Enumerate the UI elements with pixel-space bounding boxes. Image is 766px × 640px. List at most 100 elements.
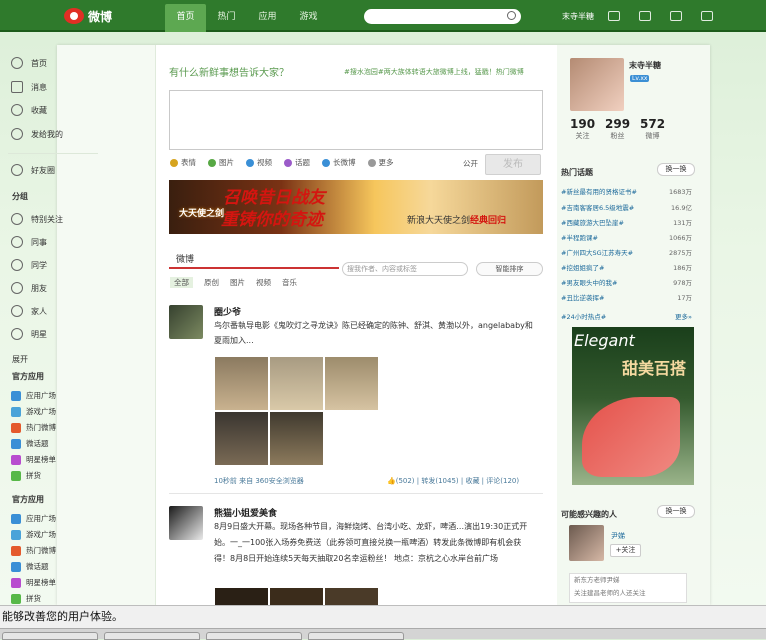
like-icon[interactable]: 👍 — [387, 477, 396, 485]
like-count[interactable]: (502) — [396, 477, 415, 485]
avatar[interactable] — [169, 506, 203, 540]
nav-hot[interactable]: 热门 — [206, 4, 247, 32]
post-photo[interactable] — [215, 412, 268, 465]
shop-icon — [11, 593, 21, 604]
hot-topic-item[interactable]: #吉南客客居6.5级地震# 16.9亿 — [561, 202, 692, 212]
post-photo[interactable] — [270, 588, 323, 605]
feed-search-input[interactable]: 搜我作者、内容或标签 — [342, 262, 468, 276]
weibo-logo[interactable]: 微博 — [64, 6, 124, 26]
post-meta[interactable]: 10秒前 来自 360安全浏览器 — [214, 476, 304, 486]
follow-button[interactable]: +关注 — [610, 544, 641, 557]
app-item[interactable]: 热门微博 — [11, 545, 56, 556]
group-heading: 分组 — [12, 192, 28, 201]
post-author[interactable]: 圈少爷 — [214, 305, 241, 318]
avatar[interactable] — [169, 305, 203, 339]
nav-apps[interactable]: 应用 — [247, 4, 288, 32]
app-item[interactable]: 游戏广场 — [11, 529, 56, 540]
post-photo[interactable] — [270, 357, 323, 410]
visibility-dropdown[interactable]: 公开 — [463, 158, 478, 169]
nav-games[interactable]: 游戏 — [288, 4, 329, 32]
app-item[interactable]: 明星榜单 — [11, 454, 56, 465]
smart-sort-button[interactable]: 智能排序 — [476, 262, 543, 276]
stat-following[interactable]: 190 关注 — [570, 117, 595, 141]
hot-topic-item[interactable]: #半程跑课# 1066万 — [561, 232, 692, 242]
sidebar-group-item[interactable]: 朋友 — [11, 282, 47, 294]
stat-weibo[interactable]: 572 微博 — [640, 117, 665, 141]
shoe-ad[interactable]: Elegant 甜美百搭 — [572, 327, 694, 485]
post-textarea[interactable] — [169, 90, 543, 150]
app-plaza-icon — [11, 390, 21, 401]
refresh-people-button[interactable]: 换一换 — [657, 505, 695, 518]
app-item[interactable]: 明星榜单 — [11, 577, 56, 588]
hot-icon — [11, 422, 21, 433]
top-username[interactable]: 末寺半糖 — [562, 11, 594, 22]
sidebar-item-messages[interactable]: 消息 — [11, 81, 47, 93]
subtab-all[interactable]: 全部 — [170, 277, 193, 288]
fav-link[interactable]: 收藏 — [465, 477, 479, 485]
stat-fans[interactable]: 299 粉丝 — [605, 117, 630, 141]
post-photo[interactable] — [270, 412, 323, 465]
nav-home[interactable]: 首页 — [165, 4, 206, 32]
more-button[interactable]: 更多 — [367, 157, 394, 168]
sidebar-item-favorites[interactable]: 收藏 — [11, 104, 47, 116]
long-weibo-button[interactable]: 长微博 — [322, 157, 356, 168]
video-button[interactable]: 视频 — [246, 157, 272, 168]
send-button[interactable]: 发布 — [485, 154, 541, 175]
sidebar-item-sent-to-me[interactable]: 发给我的 — [11, 128, 63, 140]
sidebar-group-item[interactable]: 明星 — [11, 328, 47, 340]
hot-topic-item[interactable]: #西藏旅游大巴坠崖# 131万 — [561, 217, 692, 227]
app-item[interactable]: 拼货 — [11, 593, 41, 604]
sidebar-item-home[interactable]: 首页 — [11, 57, 47, 69]
profile-avatar[interactable] — [570, 58, 624, 111]
post-photo[interactable] — [325, 357, 378, 410]
message-icon[interactable] — [639, 11, 651, 21]
post-photo[interactable] — [215, 588, 268, 605]
hot-topic-item[interactable]: #挖姐姐疯了# 186万 — [561, 262, 692, 272]
sidebar-group-item[interactable]: 特别关注 — [11, 213, 63, 225]
sidebar-item-friends[interactable]: 好友圈 — [11, 164, 55, 176]
edit-icon[interactable] — [608, 11, 620, 21]
app-item[interactable]: 拼货 — [11, 470, 41, 481]
composer-hint-link[interactable]: #搜水泡园#两大族体转语大旅微博上线，猛戳！热门微博 — [344, 67, 524, 77]
post-author[interactable]: 熊猫小姐爱美食 — [214, 506, 277, 519]
emoji-button[interactable]: 表情 — [170, 157, 196, 168]
more-link[interactable]: 更多» — [675, 311, 692, 321]
subtab-image[interactable]: 图片 — [230, 277, 245, 288]
post-photo[interactable] — [325, 588, 378, 605]
profile-name[interactable]: 末寺半糖 — [629, 60, 661, 71]
app-item[interactable]: 应用广场 — [11, 390, 56, 401]
hot-topic-item[interactable]: #丑比逆袭挥# 17万 — [561, 292, 692, 302]
sidebar-group-item[interactable]: 同事 — [11, 236, 47, 248]
app-item[interactable]: 热门微博 — [11, 422, 56, 433]
subtab-video[interactable]: 视频 — [256, 277, 271, 288]
hot-topic-item[interactable]: #广州四大SG江苏寿天# 2875万 — [561, 247, 692, 257]
search-input[interactable] — [364, 9, 521, 24]
expand-link[interactable]: 展开 — [12, 354, 28, 365]
image-icon — [208, 158, 216, 167]
ad-title-en: Elegant — [574, 331, 635, 350]
app-item[interactable]: 微话题 — [11, 438, 49, 449]
app-item[interactable]: 游戏广场 — [11, 406, 56, 417]
repost-link[interactable]: 转发(1045) — [421, 477, 458, 485]
app-item[interactable]: 应用广场 — [11, 513, 56, 524]
suggested-user-avatar[interactable] — [569, 525, 604, 561]
ad-banner[interactable]: 大天使之剑 召唤昔日战友 重铸你的奇迹 新浪大天使之剑经典回归 — [169, 180, 543, 234]
image-button[interactable]: 图片 — [208, 157, 234, 168]
hot24-link[interactable]: #24小时热点# — [561, 311, 606, 321]
sidebar-group-item[interactable]: 同学 — [11, 259, 47, 271]
sidebar-group-item[interactable]: 家人 — [11, 305, 47, 317]
tab-weibo[interactable]: 微博 — [176, 252, 194, 265]
app-item[interactable]: 微话题 — [11, 561, 49, 572]
search-icon[interactable] — [507, 11, 516, 20]
subtab-original[interactable]: 原创 — [204, 277, 219, 288]
comment-link[interactable]: 评论(120) — [486, 477, 519, 485]
subtab-music[interactable]: 音乐 — [282, 277, 297, 288]
refresh-topics-button[interactable]: 换一换 — [657, 163, 695, 176]
settings-icon[interactable] — [670, 11, 682, 21]
post-photo[interactable] — [215, 357, 268, 410]
power-icon[interactable] — [701, 11, 713, 21]
suggested-user-name[interactable]: 尹娣 — [611, 531, 625, 541]
hot-topic-item[interactable]: #男友眼头中的我# 978万 — [561, 277, 692, 287]
topic-button[interactable]: 话题 — [284, 157, 310, 168]
hot-topic-item[interactable]: #新丝最有用的贤格证书# 1683万 — [561, 186, 692, 196]
